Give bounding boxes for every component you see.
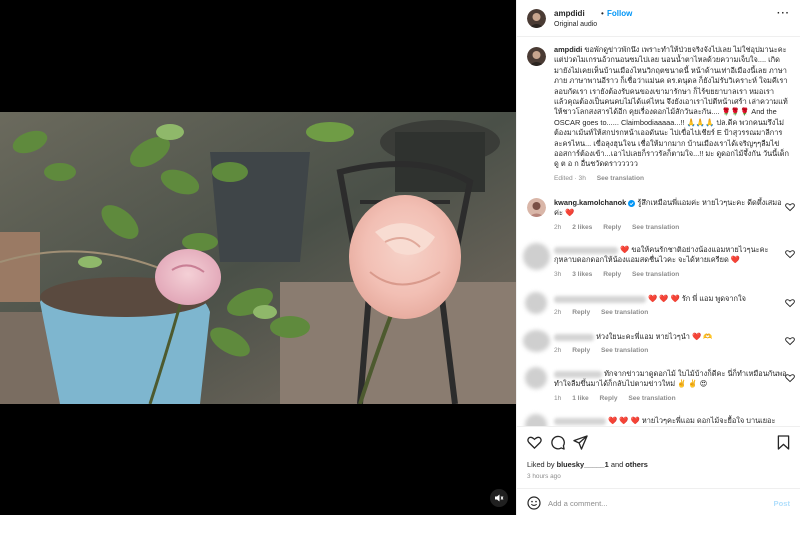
- comment-like-heart-icon[interactable]: [785, 249, 795, 259]
- add-comment-bar: Add a comment... Post: [517, 488, 800, 516]
- reply-button[interactable]: Reply: [572, 347, 590, 354]
- comment-likes[interactable]: 1 like: [572, 395, 589, 402]
- caption-username[interactable]: ampdidi: [554, 45, 582, 54]
- comment-username-blurred[interactable]: [554, 370, 602, 378]
- comment-text: ❤️ ❤️ ❤️ หายไวๆคะพี่แอม ดอกไม้จะยื้อใจ บ…: [608, 416, 776, 425]
- liked-by-user[interactable]: bluesky_____1: [557, 460, 609, 469]
- comment-username-blurred[interactable]: [554, 246, 618, 254]
- comment-body: ❤️ ขอให้คนรักชาติอย่างน้องแอมหายไวๆนะคะ …: [554, 245, 789, 280]
- see-translation-link[interactable]: See translation: [628, 395, 675, 402]
- see-translation-link[interactable]: See translation: [601, 309, 648, 316]
- comment-meta: 2h Reply See translation: [554, 308, 789, 318]
- comment-username-blurred[interactable]: [554, 295, 646, 303]
- mute-toggle-button[interactable]: [490, 489, 508, 507]
- comment-time: 2h: [554, 347, 562, 355]
- comment-like-heart-icon[interactable]: [785, 298, 795, 308]
- comment-body: ❤️ ❤️ ❤️ หายไวๆคะพี่แอม ดอกไม้จะยื้อใจ บ…: [554, 416, 789, 426]
- see-translation-link[interactable]: See translation: [597, 175, 644, 182]
- comment-like-heart-icon[interactable]: [785, 373, 795, 383]
- post-details-panel: ampdidi • Follow Original audio ··· ampd…: [516, 0, 800, 515]
- author-avatar[interactable]: [527, 9, 546, 28]
- comment-item: ❤️ ❤️ ❤️ หายไวๆคะพี่แอม ดอกไม้จะยื้อใจ บ…: [525, 414, 789, 426]
- original-audio-link[interactable]: Original audio: [554, 21, 597, 28]
- author-avatar[interactable]: [527, 47, 546, 66]
- comment-username-blurred[interactable]: [554, 417, 606, 425]
- comment-meta: 3h 3 likes Reply See translation: [554, 270, 789, 280]
- more-options-button[interactable]: ···: [777, 8, 790, 19]
- comment-item: ❤️ ❤️ ❤️ รัก พี่ แอม พูดจากใจ 2h Reply S…: [525, 292, 795, 319]
- comment-time: 2h: [554, 223, 562, 231]
- post-header: ampdidi • Follow Original audio ···: [517, 0, 800, 37]
- speaker-muted-icon: [495, 494, 504, 502]
- comment-like-heart-icon[interactable]: [785, 336, 795, 346]
- commenter-avatar[interactable]: [525, 367, 547, 389]
- liked-by-and: and: [610, 460, 624, 469]
- heart-icon[interactable]: [527, 435, 542, 450]
- comment-body: ทักจากข่าวมาดูดอกไม้ ใบไม้บ้างก็ดีคะ นี่…: [554, 369, 789, 404]
- separator-dot: •: [601, 9, 604, 18]
- caption-edited: Edited · 3h: [554, 174, 586, 182]
- post-time-ago: 3 hours ago: [527, 473, 561, 480]
- verified-badge-icon: [628, 199, 636, 207]
- comment-item: kwang.kamolchanok รู้สึกเหมือนพี่แอมค่ะ …: [527, 198, 795, 233]
- comment-likes[interactable]: 3 likes: [572, 271, 592, 278]
- see-translation-link[interactable]: See translation: [632, 271, 679, 278]
- comment-item: ❤️ ขอให้คนรักชาติอย่างน้องแอมหายไวๆนะคะ …: [523, 243, 795, 280]
- comment-likes[interactable]: 2 likes: [572, 224, 592, 231]
- commenter-avatar[interactable]: [525, 292, 547, 314]
- liked-by-prefix: Liked by: [527, 460, 555, 469]
- commenter-avatar[interactable]: [523, 330, 550, 352]
- comment-meta: 1h 1 like Reply See translation: [554, 394, 789, 404]
- commenter-avatar[interactable]: [523, 243, 550, 270]
- follow-button[interactable]: Follow: [607, 9, 632, 18]
- comment-body: kwang.kamolchanok รู้สึกเหมือนพี่แอมค่ะ …: [554, 198, 789, 233]
- commenter-avatar[interactable]: [527, 198, 546, 217]
- add-comment-input[interactable]: Add a comment...: [548, 499, 608, 508]
- caption-meta: Edited · 3h See translation: [554, 174, 789, 184]
- post-comment-button[interactable]: Post: [774, 499, 790, 508]
- post-media[interactable]: [0, 0, 516, 515]
- reply-button[interactable]: Reply: [603, 271, 621, 278]
- comment-username-blurred[interactable]: [554, 333, 594, 341]
- post-actions: Liked by bluesky_____1 and others 3 hour…: [517, 426, 800, 515]
- comment-time: 3h: [554, 270, 562, 278]
- comment-body: ❤️ ❤️ ❤️ รัก พี่ แอม พูดจากใจ 2h Reply S…: [554, 294, 789, 319]
- see-translation-link[interactable]: See translation: [601, 347, 648, 354]
- comment-meta: 2h 2 likes Reply See translation: [554, 223, 789, 233]
- caption-text: ampdidi ขอพักดูข่าวพักนึง เพราะทำให้ป่วย…: [554, 45, 789, 184]
- author-username[interactable]: ampdidi: [554, 9, 585, 18]
- commenter-avatar[interactable]: [525, 414, 547, 426]
- comment-time: 1h: [554, 394, 562, 402]
- comment-text: ❤️ ❤️ ❤️ รัก พี่ แอม พูดจากใจ: [648, 294, 746, 303]
- see-translation-link[interactable]: See translation: [632, 224, 679, 231]
- liked-by-others[interactable]: others: [625, 460, 648, 469]
- emoji-icon[interactable]: [527, 496, 541, 510]
- comment-item: ทักจากข่าวมาดูดอกไม้ ใบไม้บ้างก็ดีคะ นี่…: [525, 367, 795, 404]
- comment-item: ห่วงใยนะคะพี่แอม หายไวๆนำ ❤️ 🫶 2h Reply …: [523, 330, 795, 357]
- share-icon[interactable]: [573, 435, 588, 450]
- comment-text: ห่วงใยนะคะพี่แอม หายไวๆนำ ❤️ 🫶: [596, 332, 713, 341]
- caption: ampdidi ขอพักดูข่าวพักนึง เพราะทำให้ป่วย…: [527, 45, 789, 184]
- comment-like-heart-icon[interactable]: [785, 202, 795, 212]
- comment-username[interactable]: kwang.kamolchanok: [554, 198, 626, 207]
- reply-button[interactable]: Reply: [572, 309, 590, 316]
- comment-meta: 2h Reply See translation: [554, 346, 789, 356]
- comment-body: ห่วงใยนะคะพี่แอม หายไวๆนำ ❤️ 🫶 2h Reply …: [554, 332, 789, 357]
- comment-time: 2h: [554, 309, 562, 317]
- comment-icon[interactable]: [550, 435, 565, 450]
- bookmark-icon[interactable]: [777, 435, 790, 450]
- post-photo-roses: [0, 112, 516, 404]
- reply-button[interactable]: Reply: [603, 224, 621, 231]
- liked-by-summary: Liked by bluesky_____1 and others: [527, 460, 648, 469]
- caption-body: ขอพักดูข่าวพักนึง เพราะทำให้ป่วยจริงจังไ…: [554, 45, 789, 169]
- comments-scroll-area[interactable]: ampdidi ขอพักดูข่าวพักนึง เพราะทำให้ป่วย…: [517, 37, 800, 426]
- reply-button[interactable]: Reply: [600, 395, 618, 402]
